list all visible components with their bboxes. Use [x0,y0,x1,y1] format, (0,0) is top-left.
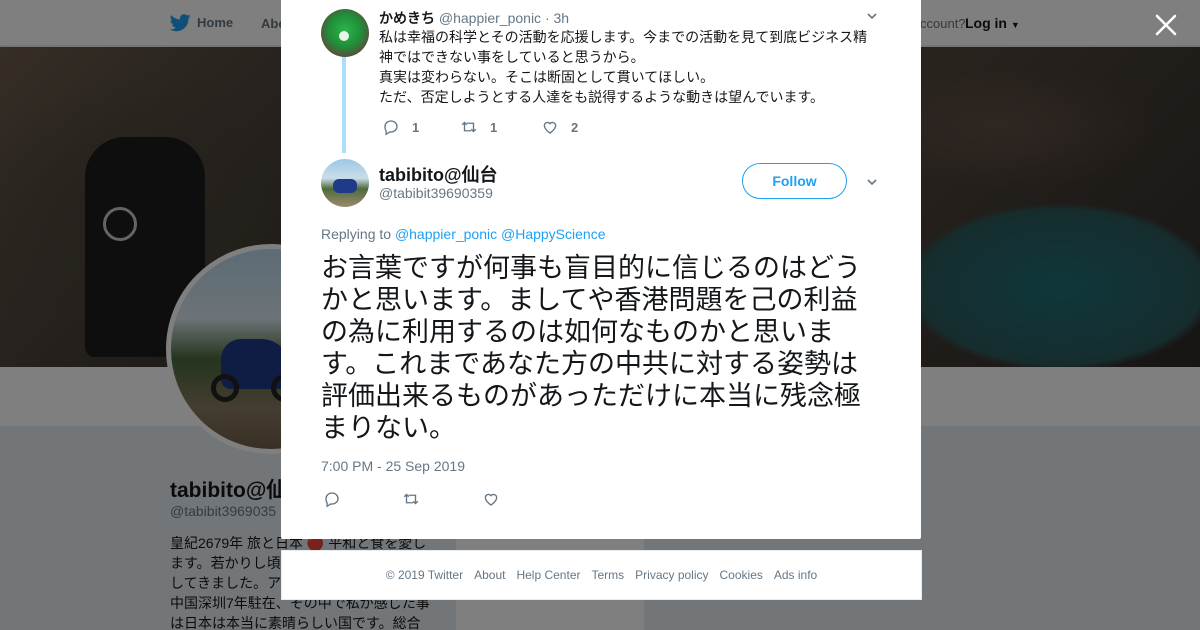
like-count: 2 [571,119,579,135]
reply-text-line: 真実は変わらない。そこは断固として貫いてほしい。 [379,69,715,85]
mention-link[interactable]: @HappyScience [501,226,606,242]
footer-link-terms[interactable]: Terms [591,568,624,582]
thread-connector-line [342,55,346,153]
retweet-action-button[interactable] [402,490,420,508]
retweet-count: 1 [490,119,498,135]
reply-author-name[interactable]: かめきち [379,10,435,26]
reply-action-button[interactable]: 1 [382,118,419,136]
footer-link-privacy[interactable]: Privacy policy [635,568,708,582]
chevron-down-icon[interactable] [866,176,878,188]
tweet-text-line: お言葉ですが何事も盲目的に信じるのはどう [321,253,861,283]
reply-action-button[interactable] [323,490,341,508]
replying-to-line: Replying to @happier_ponic @HappyScience [321,226,606,242]
reply-tweet-text: 私は幸福の科学とその活動を応援します。今までの活動を見て到底ビジネス精 神ではで… [379,27,879,107]
tweet-text: お言葉ですが何事も盲目的に信じるのはどう かと思います。ましてや香港問題を己の利… [321,252,881,444]
close-icon[interactable] [1152,11,1180,39]
reply-text-line: ただ、否定しようとする人達をも説得するような動きは望んでいます。 [379,89,825,105]
reply-text-line: 神ではできない事をしていると思うから。 [379,49,645,65]
retweet-action-button[interactable]: 1 [460,118,497,136]
author-name[interactable]: tabibito@仙台 [379,161,498,187]
footer-link-help-center[interactable]: Help Center [516,568,580,582]
author-handle[interactable]: @tabibit39690359 [379,185,493,201]
chevron-down-icon[interactable] [866,10,878,22]
retweet-icon [461,121,477,133]
tweet-text-line: まりない。 [321,413,456,443]
tweet-timestamp[interactable]: 7:00 PM - 25 Sep 2019 [321,458,465,474]
reply-text-line: 私は幸福の科学とその活動を応援します。今までの活動を見て到底ビジネス精 [379,29,868,45]
footer-link-ads-info[interactable]: Ads info [774,568,817,582]
modal-footer: © 2019 Twitter About Help Center Terms P… [281,550,922,600]
like-action-button[interactable] [482,490,500,508]
tweet-text-line: かと思います。ましてや香港問題を己の利益 [321,285,858,315]
like-action-button[interactable]: 2 [541,118,578,136]
like-icon [484,493,498,506]
reply-tweet-header: かめきち @happier_ponic · 3h [379,8,569,28]
reply-icon [325,492,339,508]
retweet-icon [403,493,419,505]
reply-tweet-time[interactable]: 3h [554,10,570,26]
reply-icon [384,120,398,136]
follow-button[interactable]: Follow [742,163,847,199]
author-avatar[interactable] [321,159,369,207]
like-icon [543,121,557,134]
reply-separator: · [544,10,550,26]
tweet-text-line: 評価出来るものがあっただけに本当に残念極 [321,381,861,411]
mention-link[interactable]: @happier_ponic [395,226,497,242]
reply-author-handle[interactable]: @happier_ponic [439,10,541,26]
reply-count: 1 [412,119,420,135]
tweet-text-line: の為に利用するのは如何なものかと思いま [321,317,834,347]
tweet-text-line: す。これまであなた方の中共に対する姿勢は [321,349,859,379]
footer-link-about[interactable]: About [474,568,505,582]
reply-author-avatar[interactable] [321,9,369,57]
footer-link-cookies[interactable]: Cookies [720,568,763,582]
replying-to-prefix: Replying to [321,226,392,242]
footer-copyright: © 2019 Twitter [385,568,464,582]
